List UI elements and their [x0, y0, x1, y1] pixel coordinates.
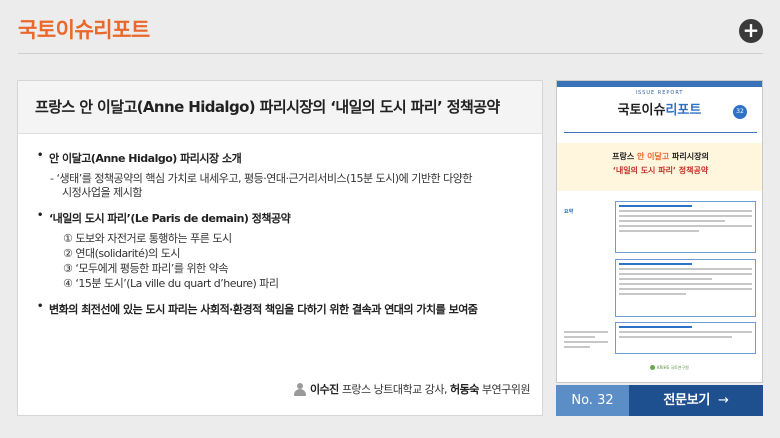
summary-bullet-1: 안 이달고(Anne Hidalgo) 파리시장 소개	[35, 150, 542, 166]
section-header: 국토이슈리포트 +	[0, 0, 780, 56]
article-header: 프랑스 안 이달고(Anne Hidalgo) 파리시장의 ‘내일의 도시 파리…	[18, 81, 542, 134]
cover-summary-box	[615, 259, 756, 317]
issue-number: No. 32	[556, 385, 629, 416]
section-title: 국토이슈리포트	[18, 18, 150, 42]
authors-line: 이수진 프랑스 낭트대학교 강사, 허동숙 부연구위원	[293, 381, 531, 397]
cover-top-bar	[557, 81, 762, 87]
view-full-button[interactable]: 전문보기 →	[629, 385, 763, 416]
krihs-logo-icon	[650, 365, 655, 370]
summary-sub-text: - ‘생태’를 정책공약의 핵심 가치로 내세우고, 평등·연대·근거리서비스(…	[50, 172, 472, 185]
policy-item-2: ② 연대(solidarité)의 도시	[63, 247, 181, 260]
cover-summary-label: 요약	[564, 209, 574, 215]
policy-item-4: ④ ‘15분 도시’(La ville du quart d’heure) 파리	[63, 277, 279, 290]
author-role-1: 프랑스 낭트대학교 강사,	[341, 383, 448, 396]
cover-title: 국토이슈리포트	[617, 103, 702, 118]
summary-bullet-3: 변화의 최전선에 있는 도시 파리는 사회적·환경적 책임을 다하기 위한 결속…	[35, 301, 542, 317]
author-name-2: 허동숙	[450, 383, 479, 396]
summary-bullet-2: ‘내일의 도시 파리’(Le Paris de demain) 정책공약	[35, 210, 542, 226]
cover-issue-badge: 32	[733, 105, 747, 119]
cover-summary-box	[615, 201, 756, 253]
policy-item-3: ③ ‘모두에게 평등한 파리’를 위한 약속	[63, 262, 229, 275]
author-name-1: 이수진	[309, 383, 339, 396]
view-full-label: 전문보기	[663, 393, 711, 408]
policy-item-1: ① 도보와 자전거로 통행하는 푸른 도시	[63, 232, 232, 245]
cover-meta-line	[564, 127, 757, 133]
author-role-2: 부연구위원	[481, 383, 531, 396]
cover-tag: ISSUE REPORT	[635, 90, 684, 96]
article-card[interactable]: 프랑스 안 이달고(Anne Hidalgo) 파리시장의 ‘내일의 도시 파리…	[17, 80, 543, 416]
arrow-right-icon: →	[718, 393, 729, 408]
cover-headline-band: 프랑스 안 이달고 파리시장의 ‘내일의 도시 파리’ 정책공약	[557, 143, 762, 191]
article-summary: 안 이달고(Anne Hidalgo) 파리시장 소개 - ‘생태’를 정책공약…	[18, 134, 542, 317]
cover-side-text	[564, 331, 608, 351]
article-title[interactable]: 프랑스 안 이달고(Anne Hidalgo) 파리시장의 ‘내일의 도시 파리…	[35, 81, 542, 134]
summary-sub-text: 시정사업을 제시함	[62, 186, 142, 199]
cover-logo-text: KRIHS 국토연구원	[657, 365, 689, 370]
more-button[interactable]: +	[739, 19, 763, 43]
cover-summary-box	[615, 322, 756, 354]
person-icon	[293, 382, 306, 396]
header-divider	[18, 53, 763, 54]
report-cover-thumbnail[interactable]: ISSUE REPORT 국토이슈리포트 32 프랑스 안 이달고 파리시장의 …	[556, 80, 763, 383]
